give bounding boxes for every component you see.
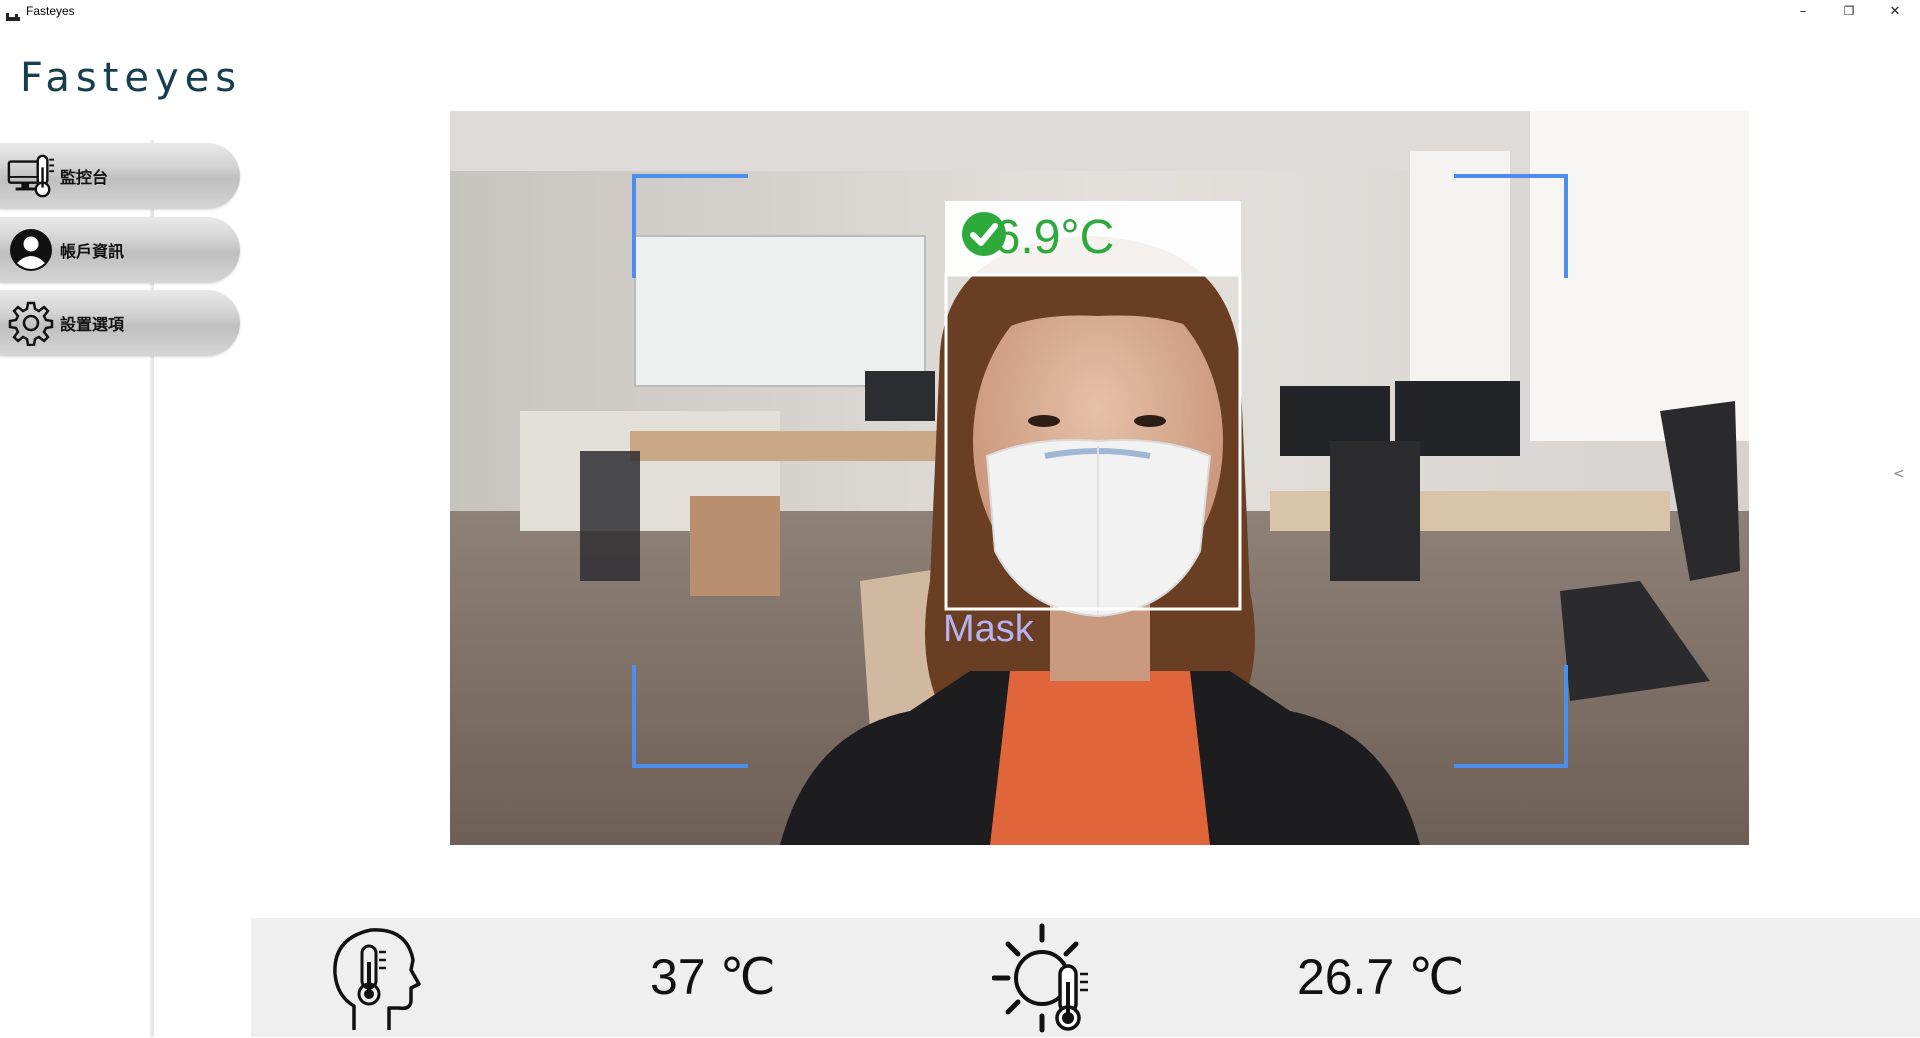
- sidebar-item-label: 監控台: [60, 168, 109, 187]
- restore-button[interactable]: ❐: [1826, 0, 1872, 22]
- camera-feed: 36.9°C Mask: [450, 111, 1749, 845]
- mask-status-label: Mask: [943, 608, 1034, 650]
- logo-text: Fasteyes: [20, 55, 243, 101]
- sidebar-item-account[interactable]: 帳戶資訊: [0, 217, 240, 283]
- app-icon: [6, 6, 20, 21]
- head-thermometer-icon: [329, 924, 421, 1038]
- collapse-panel-arrow[interactable]: <: [1893, 466, 1905, 482]
- sidebar-item-label: 設置選項: [60, 315, 125, 334]
- sidebar-item-settings[interactable]: 設置選項: [0, 290, 240, 356]
- sun-thermometer-icon: [991, 922, 1096, 1038]
- window-title: Fasteyes: [26, 4, 75, 18]
- sidebar-item-monitor[interactable]: 監控台: [0, 143, 240, 209]
- close-button[interactable]: ✕: [1872, 0, 1918, 22]
- title-bar: Fasteyes: [0, 0, 1920, 22]
- monitor-thermometer-icon: [6, 151, 56, 201]
- body-temperature-value: 37 ℃: [650, 949, 776, 1005]
- fasteyes-logo: Fasteyes: [20, 55, 242, 101]
- user-account-icon: [6, 225, 56, 275]
- minimize-button[interactable]: –: [1780, 0, 1826, 22]
- face-temperature-tag: 36.9°C: [960, 210, 1114, 265]
- sidebar-item-label: 帳戶資訊: [60, 242, 125, 261]
- gear-icon: [6, 298, 56, 348]
- ambient-temperature-value: 26.7 ℃: [1297, 949, 1465, 1005]
- readings-panel: 37 ℃ 26.7 ℃: [251, 918, 1920, 1037]
